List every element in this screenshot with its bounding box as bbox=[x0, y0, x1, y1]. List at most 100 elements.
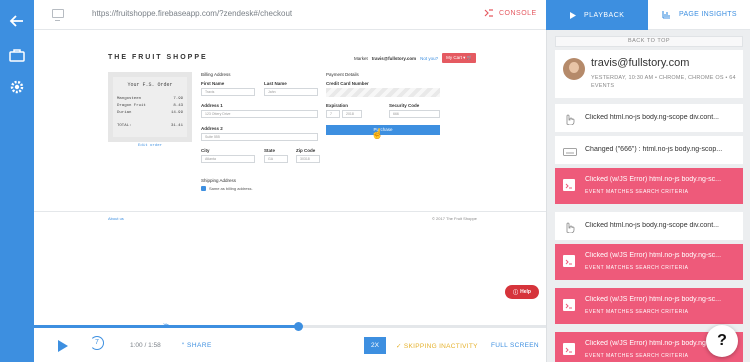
console-error-icon bbox=[563, 343, 575, 355]
item-name: Durian bbox=[117, 111, 132, 115]
play-button[interactable] bbox=[58, 340, 68, 352]
monitor-icon bbox=[52, 9, 64, 21]
address-bar: https://fruitshoppe.firebaseapp.com/?zen… bbox=[34, 0, 546, 30]
address1-label: Address 1 bbox=[201, 103, 223, 108]
speed-button[interactable]: 2X bbox=[364, 337, 386, 354]
console-button[interactable]: CONSOLE bbox=[484, 9, 537, 17]
fullstory-replay: https://fruitshoppe.firebaseapp.com/?zen… bbox=[0, 0, 750, 362]
keyboard-icon bbox=[563, 144, 577, 156]
pointer-icon bbox=[563, 112, 575, 126]
event-match-label: EVENT MATCHES SEARCH CRITERIA bbox=[585, 189, 689, 195]
exp-month-select[interactable]: 7 bbox=[326, 110, 340, 118]
event-panel: BACK TO TOP travis@fullstory.com YESTERD… bbox=[546, 30, 750, 362]
item-name: Mangosteen bbox=[117, 97, 142, 101]
footer-divider bbox=[34, 211, 546, 212]
fullscreen-button[interactable]: FULL SCREEN bbox=[491, 342, 539, 349]
back-arrow-icon[interactable] bbox=[8, 12, 26, 30]
total-label: TOTAL: bbox=[117, 124, 132, 128]
order-total-row: TOTAL: 31.41 bbox=[113, 124, 187, 128]
same-as-billing-checkbox[interactable] bbox=[201, 186, 206, 191]
first-name-label: First Name bbox=[201, 81, 225, 86]
address1-field[interactable]: 123 Ottery Drive bbox=[201, 110, 318, 118]
event-marker-icon[interactable]: ≫ bbox=[163, 322, 169, 329]
same-as-billing-label: Same as billing address. bbox=[209, 186, 253, 191]
console-error-icon bbox=[563, 179, 575, 191]
event-text: Clicked (w/JS Error) html.no-js body.ng-… bbox=[585, 176, 722, 183]
playback-controls: ≫ 7 1:00 / 1:58 “ SHARE 2X ✓ SKIPPING IN… bbox=[34, 322, 546, 362]
item-name: Dragon Fruit bbox=[117, 104, 146, 108]
session-meta: YESTERDAY, 10:30 AM • CHROME, CHROME OS … bbox=[591, 75, 736, 89]
bar-chart-icon bbox=[662, 11, 670, 19]
site-title: THE FRUIT SHOPPE bbox=[108, 54, 208, 61]
last-name-field[interactable]: Jahn bbox=[264, 88, 318, 96]
order-summary: Your F.S. Order Mangosteen 7.99 Dragon Fr… bbox=[108, 72, 192, 142]
city-label: City bbox=[201, 148, 210, 153]
tab-insights-label: PAGE INSIGHTS bbox=[679, 11, 737, 18]
zip-field[interactable]: 30318 bbox=[296, 155, 320, 163]
receipt: Your F.S. Order Mangosteen 7.99 Dragon Fr… bbox=[113, 77, 187, 137]
event-text: Clicked html.no-js body.ng-scope div.con… bbox=[585, 114, 719, 121]
market-header: Market travis@fullstory.com Not you? My … bbox=[354, 53, 477, 63]
address2-field[interactable]: Suite 555 bbox=[201, 133, 318, 141]
security-code-field[interactable]: 666 bbox=[389, 110, 440, 118]
tab-page-insights[interactable]: PAGE INSIGHTS bbox=[648, 0, 750, 30]
cc-label: Credit Card Number bbox=[326, 81, 369, 86]
city-field[interactable]: Atlanta bbox=[201, 155, 255, 163]
console-icon bbox=[484, 9, 493, 17]
order-row: Mangosteen 7.99 bbox=[113, 97, 187, 101]
page-url[interactable]: https://fruitshoppe.firebaseapp.com/?zen… bbox=[92, 9, 292, 18]
total-value: 31.41 bbox=[170, 124, 183, 128]
share-icon: “ bbox=[182, 342, 185, 349]
timeline-scrubber[interactable] bbox=[293, 322, 303, 331]
share-label: SHARE bbox=[186, 342, 212, 349]
share-button[interactable]: “ SHARE bbox=[182, 342, 212, 349]
console-error-icon bbox=[563, 299, 575, 311]
zip-label: Zip Code bbox=[296, 148, 316, 153]
tab-playback[interactable]: PLAYBACK bbox=[546, 0, 648, 30]
copyright: © 2017 The Fruit Shoppe bbox=[432, 216, 477, 221]
left-rail bbox=[0, 0, 34, 362]
security-code-label: Security Code bbox=[389, 103, 420, 108]
hand-cursor-icon: ☝ bbox=[371, 129, 384, 140]
exp-year-select[interactable]: 2018 bbox=[342, 110, 362, 118]
event-item-error[interactable]: Clicked (w/JS Error) html.no-js body.ng-… bbox=[555, 288, 743, 324]
event-match-label: EVENT MATCHES SEARCH CRITERIA bbox=[585, 309, 689, 315]
event-item-error[interactable]: Clicked (w/JS Error) html.no-js body.ng-… bbox=[555, 244, 743, 280]
cart-icon: 🛒 bbox=[466, 55, 473, 60]
order-row: Durian 14.99 bbox=[113, 111, 187, 115]
payment-title: Payment Details bbox=[326, 72, 359, 77]
help-button[interactable]: ⓘ Help bbox=[505, 285, 539, 299]
pointer-icon bbox=[563, 220, 575, 234]
skip-back-button[interactable]: 7 bbox=[90, 336, 104, 350]
edit-order-link[interactable]: Edit order bbox=[138, 144, 162, 148]
tab-playback-label: PLAYBACK bbox=[584, 11, 625, 19]
event-text: Clicked (w/JS Error) html.no-js body.ng-… bbox=[585, 252, 722, 259]
event-item[interactable]: Clicked html.no-js body.ng-scope div.con… bbox=[555, 212, 743, 240]
event-item-error[interactable]: Clicked (w/JS Error) html.no-js body.ng-… bbox=[555, 168, 743, 204]
check-icon: ✓ bbox=[396, 343, 402, 350]
event-item[interactable]: Clicked html.no-js body.ng-scope div.con… bbox=[555, 104, 743, 132]
cart-label: My Cart bbox=[446, 55, 462, 60]
user-email[interactable]: travis@fullstory.com bbox=[591, 57, 689, 69]
item-price: 14.99 bbox=[170, 111, 183, 115]
avatar bbox=[563, 58, 585, 80]
shipping-title: Shipping Address bbox=[201, 178, 237, 183]
expiration-label: Expiration bbox=[326, 103, 349, 108]
skip-inactivity-toggle[interactable]: ✓ SKIPPING INACTIVITY bbox=[396, 342, 478, 350]
not-you-link[interactable]: Not you? bbox=[420, 56, 438, 61]
replay-viewport: THE FRUIT SHOPPE Market travis@fullstory… bbox=[34, 30, 546, 322]
back-to-top-button[interactable]: BACK TO TOP bbox=[555, 36, 743, 47]
order-row: Dragon Fruit 8.43 bbox=[113, 104, 187, 108]
cart-button[interactable]: My Cart ▾ 🛒 bbox=[442, 53, 477, 63]
address2-label: Address 2 bbox=[201, 126, 223, 131]
credit-card-field[interactable] bbox=[326, 88, 440, 97]
event-item[interactable]: Changed ("666") : html.no-js body.ng-sco… bbox=[555, 136, 743, 164]
briefcase-icon[interactable] bbox=[8, 46, 26, 64]
first-name-field[interactable]: Travis bbox=[201, 88, 255, 96]
state-select[interactable]: GA bbox=[264, 155, 288, 163]
about-us-link[interactable]: About us bbox=[108, 216, 124, 221]
help-question-button[interactable]: ? bbox=[706, 325, 738, 357]
skip-inactivity-label: SKIPPING INACTIVITY bbox=[403, 343, 478, 350]
replayed-page: THE FRUIT SHOPPE Market travis@fullstory… bbox=[34, 30, 546, 322]
gear-icon[interactable] bbox=[8, 78, 26, 96]
